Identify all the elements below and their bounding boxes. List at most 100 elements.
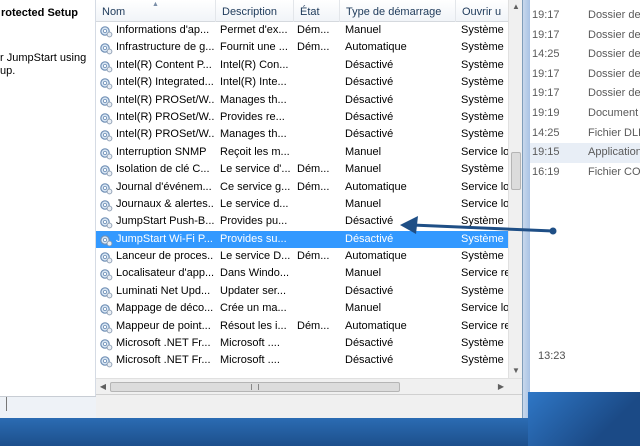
service-logon: Système: [461, 215, 504, 228]
service-gear-icon: [99, 181, 113, 195]
column-header-logon[interactable]: Ouvrir u: [456, 0, 508, 22]
list-item[interactable]: 19:17 Dossier de: [530, 26, 640, 46]
table-row[interactable]: Intel(R) Content P... Intel(R) Con... Désa…: [96, 57, 508, 74]
table-row[interactable]: JumpStart Push-B... Provides pu... Désacti…: [96, 213, 508, 230]
service-startup-type: Désactivé: [345, 76, 394, 89]
column-header-description[interactable]: Description: [216, 0, 294, 22]
service-gear-icon: [99, 24, 113, 38]
service-description: Le service D...: [220, 250, 291, 263]
table-row[interactable]: Localisateur d'app... Dans Windo... Manuel…: [96, 265, 508, 282]
list-item[interactable]: 19:17 Dossier de: [530, 84, 640, 104]
service-description-text: r JumpStart using up.: [0, 52, 87, 77]
list-item[interactable]: 19:17 Dossier de: [530, 65, 640, 85]
list-header: Nom ▲ Description État Type de démarrage…: [96, 0, 508, 22]
service-state: Dém...: [297, 250, 330, 263]
service-state: [297, 74, 339, 91]
service-startup-type: Automatique: [345, 250, 407, 263]
scroll-right-icon[interactable]: ▶: [494, 379, 508, 395]
service-state: [297, 57, 339, 74]
service-name: Journaux & alertes...: [116, 197, 214, 210]
table-row[interactable]: Intel(R) Integrated... Intel(R) Inte... Dé…: [96, 74, 508, 91]
service-description: Le service d...: [220, 197, 289, 210]
table-row[interactable]: Intel(R) PROSet/W... Provides re... Désact…: [96, 109, 508, 126]
service-gear-icon: [99, 146, 113, 160]
view-tabs[interactable]: [0, 396, 96, 418]
service-logon: Système: [461, 232, 504, 245]
service-description: Updater ser...: [220, 284, 287, 297]
service-description: Provides re...: [220, 110, 285, 123]
service-logon: Service re: [461, 319, 508, 332]
service-logon: Système: [461, 354, 504, 367]
table-row[interactable]: Isolation de clé C... Le service d'... Dém…: [96, 161, 508, 178]
list-item[interactable]: 19:19 Document: [530, 104, 640, 124]
file-modified-time: 19:17: [532, 28, 560, 41]
table-row[interactable]: Mappage de déco... Crée un ma... Manuel Ser…: [96, 300, 508, 317]
column-header-state[interactable]: État: [294, 0, 340, 22]
list-item[interactable]: 14:25 Dossier de: [530, 45, 640, 65]
service-state: [297, 283, 339, 300]
service-startup-type: Désactivé: [345, 128, 394, 141]
service-logon: Système: [461, 24, 504, 36]
file-type: Document: [588, 107, 639, 119]
scroll-down-icon[interactable]: ▼: [509, 364, 523, 378]
file-modified-time: 14:25: [532, 48, 560, 61]
table-row[interactable]: Intel(R) PROSet/W... Manages th... Désacti…: [96, 126, 508, 143]
vertical-scrollbar[interactable]: ▲ ▼: [508, 0, 522, 378]
horizontal-scrollbar[interactable]: ◀ ▶: [96, 378, 522, 394]
service-logon: Service lo: [461, 180, 508, 193]
service-logon: Service lo: [461, 197, 508, 210]
service-name: Intel(R) PROSet/W...: [116, 128, 214, 141]
table-row[interactable]: Informations d'ap... Permet d'ex... Dém...…: [96, 22, 508, 39]
vertical-scroll-thumb[interactable]: [511, 152, 521, 190]
file-type: Dossier de: [588, 67, 640, 80]
service-name: Mappeur de point...: [116, 319, 211, 332]
service-state: [297, 265, 339, 282]
service-startup-type: Manuel: [345, 163, 382, 176]
table-row[interactable]: Lanceur de proces... Le service D... Dém..…: [96, 248, 508, 265]
service-startup-type: Désactivé: [345, 337, 394, 350]
column-header-startup-type[interactable]: Type de démarrage: [340, 0, 456, 22]
list-item[interactable]: 16:19 Fichier CO: [530, 163, 640, 183]
file-modified-time: 19:17: [532, 67, 560, 80]
service-description: Ce service g...: [220, 180, 291, 193]
table-row[interactable]: Journal d'événem... Ce service g... Dém...…: [96, 179, 508, 196]
service-gear-icon: [99, 198, 113, 212]
background-explorer-window[interactable]: 19:17 Dossier de 19:17 Dossier de 14:25 Dossi…: [530, 0, 640, 392]
table-row[interactable]: Microsoft .NET Fr... Microsoft .... Désact…: [96, 352, 508, 369]
table-row[interactable]: Journaux & alertes... Le service d... Manu…: [96, 196, 508, 213]
service-state: [297, 92, 339, 109]
service-name: Lanceur de proces...: [116, 250, 214, 263]
service-description: Microsoft ....: [220, 354, 280, 367]
service-logon: Système: [461, 284, 504, 297]
list-item[interactable]: 19:17 Dossier de: [530, 6, 640, 26]
services-list[interactable]: Nom ▲ Description État Type de démarrage…: [96, 0, 508, 378]
table-row[interactable]: Luminati Net Upd... Updater ser... Désacti…: [96, 283, 508, 300]
table-row[interactable]: Microsoft .NET Fr... Microsoft .... Désact…: [96, 335, 508, 352]
file-modified-time: 16:19: [532, 165, 560, 178]
file-type: Fichier CO: [588, 165, 640, 178]
bg-time-label: 13:23: [538, 350, 566, 362]
scroll-left-icon[interactable]: ◀: [96, 379, 110, 395]
list-item[interactable]: 14:25 Fichier DLL: [530, 124, 640, 144]
service-state: Dém...: [297, 180, 330, 193]
service-state: [297, 144, 339, 161]
service-gear-icon: [99, 128, 113, 142]
table-row[interactable]: Infrastructure de g... Fournit une ... Dém…: [96, 39, 508, 56]
scroll-up-icon[interactable]: ▲: [509, 0, 523, 14]
table-row[interactable]: Intel(R) PROSet/W... Manages th... Désacti…: [96, 92, 508, 109]
service-logon: Service re: [461, 267, 508, 280]
service-description: Microsoft ....: [220, 337, 280, 350]
table-row[interactable]: JumpStart Wi-Fi P... Provides su... Désact…: [96, 230, 508, 249]
service-state: [297, 196, 339, 213]
table-row[interactable]: Interruption SNMP Reçoit les m... Manuel Se…: [96, 144, 508, 161]
service-description: Dans Windo...: [220, 267, 290, 280]
table-row[interactable]: Mappeur de point... Résout les i... Dém...…: [96, 318, 508, 335]
horizontal-scroll-thumb[interactable]: [110, 382, 400, 392]
list-item[interactable]: 19:15 Application: [530, 143, 640, 163]
file-type: Dossier de: [588, 9, 640, 21]
window-frame-edge[interactable]: [522, 0, 530, 432]
service-logon: Système: [461, 41, 504, 54]
file-modified-time: 19:15: [532, 146, 560, 159]
service-name: JumpStart Wi-Fi P...: [116, 232, 213, 245]
service-gear-icon: [99, 41, 113, 55]
